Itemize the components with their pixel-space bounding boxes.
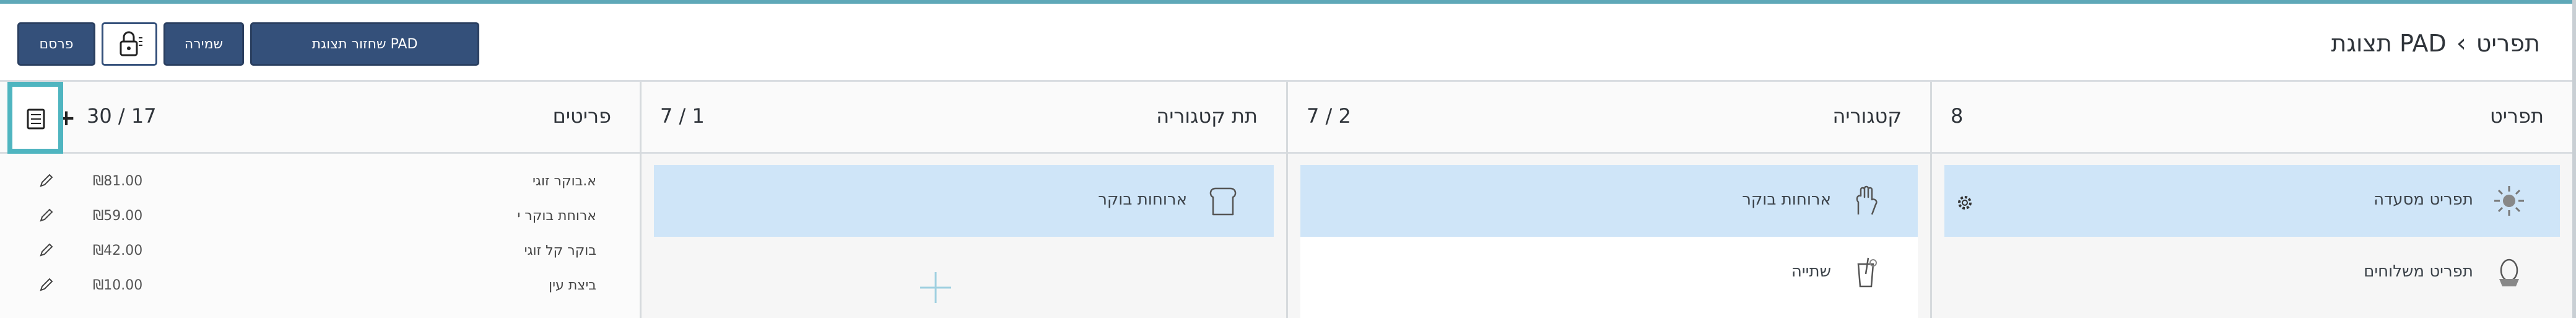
menu-card-delivery[interactable]: תפריט משלוחים <box>1944 237 2560 309</box>
item-row[interactable]: ארוחת בוקר י ₪59.00 <box>0 198 640 233</box>
items-column: פריטים 30 / 17 + א.בוקר זוגי ₪81.00 ארוח… <box>0 82 640 318</box>
breadcrumb: תפריט ‹ תצוגת PAD <box>2331 24 2540 63</box>
subcategory-column-title: תת קטגוריה <box>1156 104 1258 128</box>
save-button[interactable]: שמירה <box>163 22 244 66</box>
cup-icon <box>1857 257 1877 288</box>
reset-pad-view-button[interactable]: שחזור תצוגת PAD <box>250 22 479 66</box>
subcategory-column-header: תת קטגוריה 7 / 1 <box>642 82 1286 154</box>
add-subcategory-icon[interactable] <box>914 266 957 309</box>
item-price: ₪81.00 <box>93 174 143 189</box>
gear-icon[interactable] <box>1956 193 1974 212</box>
category-card-breakfast[interactable]: ארוחות בוקר <box>1300 165 1918 237</box>
category-card-drinks[interactable]: שתייה <box>1300 237 1918 309</box>
breadcrumb-pad-view: תצוגת PAD <box>2331 30 2447 57</box>
breadcrumb-menu[interactable]: תפריט <box>2476 30 2540 57</box>
list-view-icon <box>27 108 45 130</box>
lock-button[interactable] <box>102 22 157 66</box>
menu-card-label: תפריט משלוחים <box>2364 262 2473 281</box>
pencil-icon[interactable] <box>37 206 56 224</box>
category-card-label: ארוחות בוקר <box>1742 190 1831 209</box>
items-column-title: פריטים <box>552 104 611 128</box>
items-count: 30 / 17 <box>87 104 157 128</box>
header-actions: פרסם שמירה שחזור תצוגת PAD <box>17 22 479 66</box>
category-column-header: קטגוריה 7 / 2 <box>1288 82 1930 154</box>
item-row[interactable]: בוקר קל זוגי ₪42.00 <box>0 233 640 268</box>
menu-count: 8 <box>1951 104 1964 128</box>
item-row[interactable]: א.בוקר זוגי ₪81.00 <box>0 164 640 198</box>
item-price: ₪10.00 <box>93 278 143 293</box>
menu-column-header: תפריט 8 <box>1932 82 2572 154</box>
category-count: 7 / 2 <box>1307 104 1351 128</box>
pencil-icon[interactable] <box>37 171 56 190</box>
publish-button[interactable]: פרסם <box>17 22 95 66</box>
page-header: תפריט ‹ תצוגת PAD פרסם שמירה שחזור תצוגת… <box>0 4 2572 82</box>
subcategory-card-label: ארוחות בוקר <box>1098 190 1187 209</box>
item-price: ₪59.00 <box>93 208 143 224</box>
pencil-icon[interactable] <box>37 275 56 294</box>
lock-icon <box>120 31 142 56</box>
item-name: בוקר קל זוגי <box>524 243 596 258</box>
pad-columns: תפריט 8 תפריט מסעדה תפריט משלוחים קטגורי… <box>0 82 2572 318</box>
category-card-label: שתייה <box>1791 262 1831 281</box>
chevron-left-icon: ‹ <box>2456 29 2466 58</box>
hand-icon <box>1856 185 1878 215</box>
category-column-title: קטגוריה <box>1832 104 1902 128</box>
items-column-header: פריטים 30 / 17 + <box>0 82 640 154</box>
menu-card-label: תפריט מסעדה <box>2374 190 2473 209</box>
menu-card-restaurant[interactable]: תפריט מסעדה <box>1944 165 2560 237</box>
item-price: ₪42.00 <box>93 243 143 258</box>
subcategory-column: תת קטגוריה 7 / 1 ארוחות בוקר <box>640 82 1286 318</box>
subcategory-count: 7 / 1 <box>660 104 705 128</box>
item-name: ארוחת בוקר י <box>517 208 596 224</box>
menu-column: תפריט 8 תפריט מסעדה תפריט משלוחים <box>1930 82 2572 318</box>
pencil-icon[interactable] <box>37 241 56 259</box>
egg-icon <box>2499 258 2519 286</box>
bread-icon <box>1209 187 1237 216</box>
view-toggle-button[interactable] <box>7 82 63 154</box>
menu-column-title: תפריט <box>2490 104 2544 128</box>
subcategory-card-breakfast[interactable]: ארוחות בוקר <box>654 165 1274 237</box>
item-row[interactable]: ביצת עין ₪10.00 <box>0 268 640 303</box>
window-edge <box>2572 0 2576 318</box>
item-name: ביצת עין <box>549 278 596 293</box>
sun-icon <box>2494 186 2524 216</box>
item-name: א.בוקר זוגי <box>532 174 596 189</box>
category-column: קטגוריה 7 / 2 ארוחות בוקר שתייה <box>1286 82 1930 318</box>
